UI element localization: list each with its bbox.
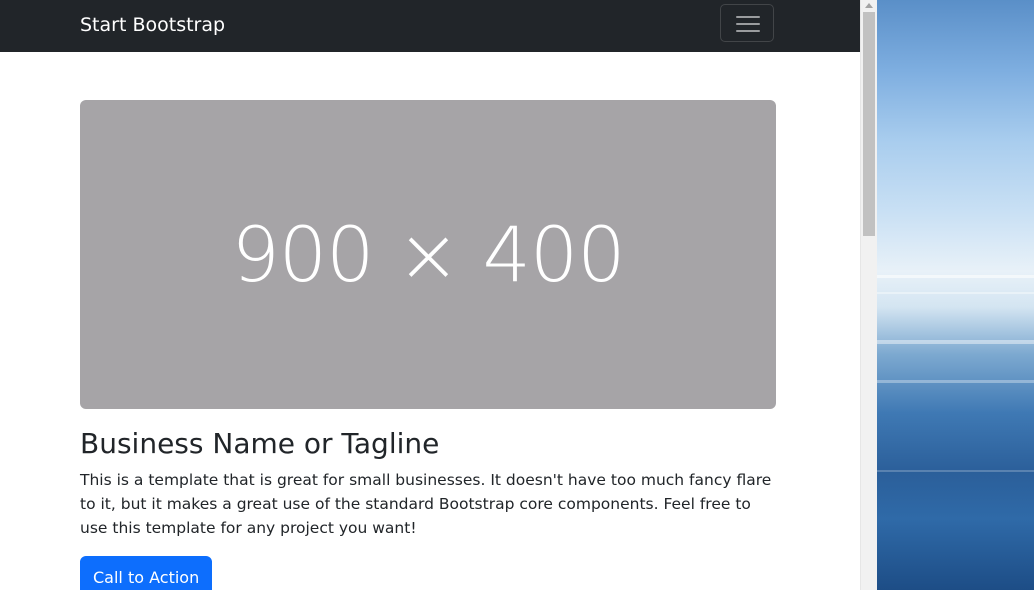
navbar: Start Bootstrap bbox=[0, 0, 860, 52]
wallpaper-streak bbox=[877, 275, 1034, 278]
hero-image-placeholder: 900 × 400 bbox=[80, 100, 776, 409]
hero-image-label: 900 × 400 bbox=[231, 210, 625, 299]
wallpaper-streak bbox=[877, 380, 1034, 383]
navbar-brand[interactable]: Start Bootstrap bbox=[80, 13, 225, 37]
wallpaper-streak bbox=[877, 340, 1034, 344]
scroll-up-arrow-icon[interactable] bbox=[865, 3, 873, 8]
lead-paragraph: This is a template that is great for sma… bbox=[80, 471, 772, 537]
browser-viewport: Start Bootstrap 900 × 400 Business Name … bbox=[0, 0, 860, 590]
scrollbar-thumb[interactable] bbox=[863, 12, 875, 236]
wallpaper-streak bbox=[877, 470, 1034, 472]
desktop-wallpaper bbox=[877, 0, 1034, 590]
call-to-action-button[interactable]: Call to Action bbox=[80, 556, 213, 590]
navbar-toggler-button[interactable] bbox=[720, 4, 774, 42]
hamburger-menu-icon bbox=[736, 15, 760, 33]
page-headline: Business Name or Tagline bbox=[80, 427, 440, 460]
wallpaper-streak bbox=[877, 292, 1034, 294]
vertical-scrollbar[interactable] bbox=[860, 0, 877, 590]
